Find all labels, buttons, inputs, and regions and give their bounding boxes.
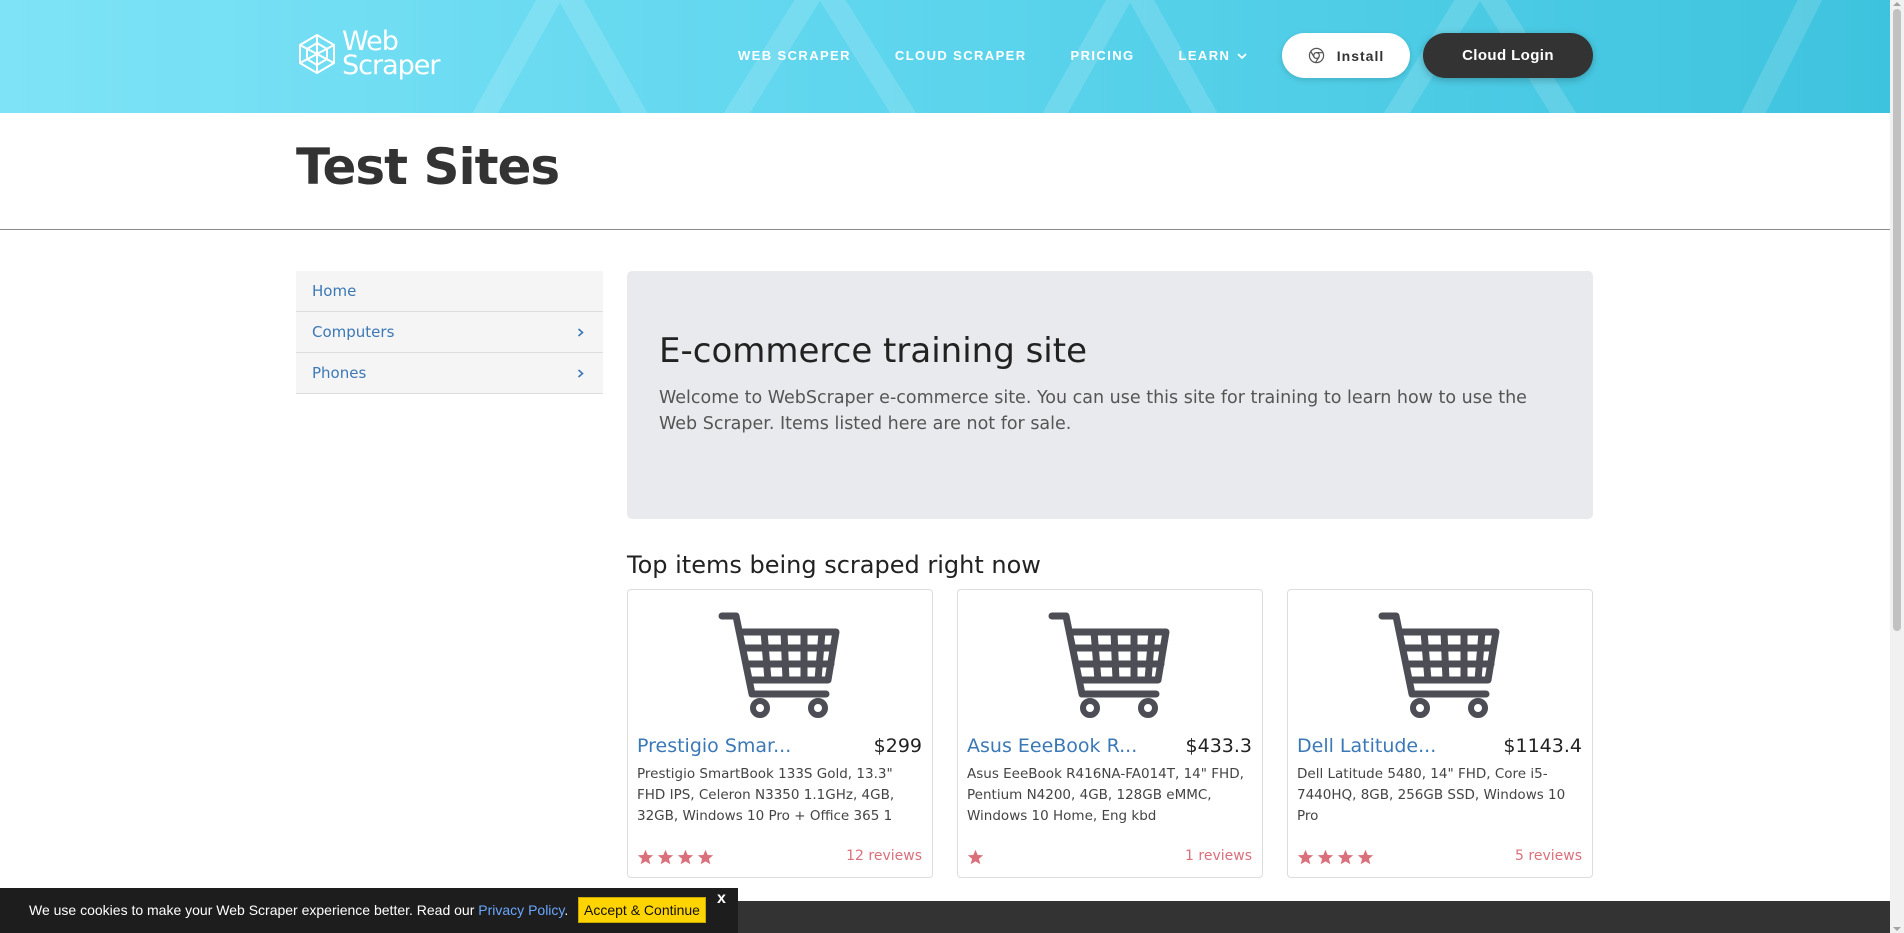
product-description: Prestigio SmartBook 133S Gold, 13.3" FHD… [637, 766, 895, 824]
jumbotron-heading: E-commerce training site [659, 331, 1087, 371]
close-cookie-banner-button[interactable]: x [717, 890, 726, 908]
rating-stars [1297, 849, 1374, 866]
product-title-link[interactable]: Dell Latitude... [1297, 735, 1497, 757]
product-title-link[interactable]: Prestigio Smar... [637, 735, 837, 757]
logo-text: Web Scraper [342, 28, 440, 81]
cookie-text-end: . [564, 902, 569, 918]
install-label: Install [1336, 47, 1385, 64]
star-icon [677, 849, 694, 865]
nav-learn[interactable]: LEARN [1179, 48, 1248, 63]
nav-label: LEARN [1178, 48, 1231, 63]
star-icon [1297, 849, 1314, 865]
intro-jumbotron: E-commerce training site Welcome to WebS… [627, 271, 1593, 519]
review-count: 1 reviews [1185, 848, 1252, 864]
rating-stars [637, 849, 714, 866]
install-button[interactable]: Install [1282, 33, 1410, 78]
star-icon [1357, 849, 1374, 865]
chevron-down-icon [1237, 52, 1247, 59]
product-price: $433.3 [1185, 735, 1252, 757]
sidebar-item-label: Home [312, 282, 357, 300]
shopping-cart-icon [718, 612, 840, 718]
product-title-link[interactable]: Asus EeeBook R... [967, 735, 1167, 757]
jumbotron-text: Welcome to WebScraper e-commerce site. Y… [659, 388, 1527, 434]
site-header: Web Scraper WEB SCRAPER CLOUD SCRAPER PR… [0, 0, 1890, 113]
cookie-banner: We use cookies to make your Web Scraper … [0, 888, 738, 933]
star-icon [967, 849, 984, 865]
page-title: Test Sites [296, 138, 560, 196]
chrome-icon [1308, 47, 1324, 64]
chevron-right-icon [577, 368, 584, 378]
nav-label: CLOUD SCRAPER [894, 48, 1027, 63]
accept-cookies-button[interactable]: Accept & Continue [578, 897, 706, 923]
review-count: 5 reviews [1515, 848, 1582, 864]
chevron-right-icon [577, 327, 584, 337]
shopping-cart-icon [1048, 612, 1170, 718]
sidebar-item-home[interactable]: Home [296, 271, 603, 312]
star-icon [637, 849, 654, 865]
star-icon [1337, 849, 1354, 865]
spider-web-logo-icon [299, 33, 335, 75]
cloud-login-button[interactable]: Cloud Login [1423, 33, 1593, 78]
logo-line-2: Scraper [342, 50, 440, 81]
scroll-down-arrow-icon[interactable] [1893, 925, 1901, 933]
star-icon [1317, 849, 1334, 865]
product-price: $1143.4 [1503, 735, 1582, 757]
scroll-up-arrow-icon[interactable] [1893, 0, 1901, 8]
nav-label: PRICING [1070, 48, 1135, 63]
rating-stars [967, 849, 984, 866]
product-card: Dell Latitude... $1143.4 Dell Latitude 5… [1287, 589, 1593, 878]
sidebar-item-computers[interactable]: Computers [296, 312, 603, 353]
shopping-cart-icon [1378, 612, 1500, 718]
product-card: Asus EeeBook R... $433.3 Asus EeeBook R4… [957, 589, 1263, 878]
nav-pricing[interactable]: PRICING [1071, 48, 1135, 63]
nav-cloud-scraper[interactable]: CLOUD SCRAPER [895, 48, 1027, 63]
review-count: 12 reviews [846, 848, 922, 864]
top-items-heading: Top items being scraped right now [627, 551, 1041, 579]
sidebar-item-label: Computers [312, 323, 395, 341]
page-scrollbar[interactable] [1890, 0, 1904, 933]
product-card: Prestigio Smar... $299 Prestigio SmartBo… [627, 589, 933, 878]
title-divider [0, 229, 1890, 230]
cookie-message: We use cookies to make your Web Scraper … [29, 902, 568, 918]
privacy-policy-link[interactable]: Privacy Policy [478, 902, 564, 918]
main-nav: WEB SCRAPER CLOUD SCRAPER PRICING LEARN [738, 48, 1291, 63]
product-description: Asus EeeBook R416NA-FA014T, 14" FHD, Pen… [967, 766, 1244, 824]
cookie-text: We use cookies to make your Web Scraper … [29, 902, 479, 918]
sidebar-item-phones[interactable]: Phones [296, 353, 603, 394]
star-icon [697, 849, 714, 865]
scrollbar-thumb[interactable] [1893, 9, 1901, 631]
nav-label: WEB SCRAPER [738, 48, 851, 63]
nav-web-scraper[interactable]: WEB SCRAPER [738, 48, 851, 63]
product-price: $299 [873, 735, 922, 757]
category-sidebar: Home Computers Phones [296, 271, 603, 394]
sidebar-item-label: Phones [312, 364, 367, 382]
star-icon [657, 849, 674, 865]
product-description: Dell Latitude 5480, 14" FHD, Core i5-744… [1297, 766, 1566, 824]
logo[interactable]: Web Scraper [296, 28, 440, 81]
